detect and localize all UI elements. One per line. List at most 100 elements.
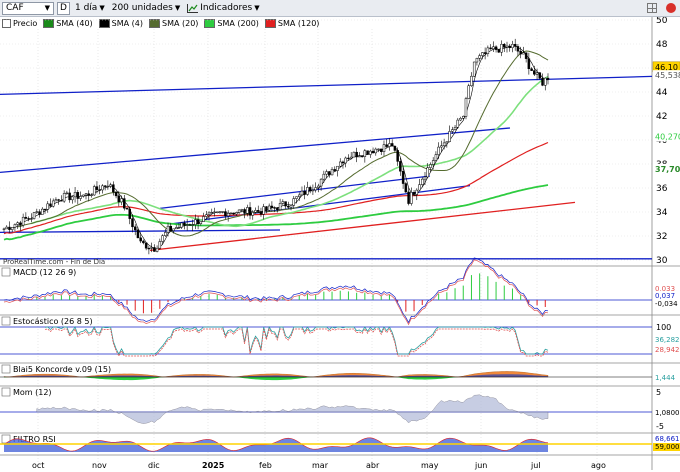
candle-body [30,218,33,220]
candle-body [161,235,164,242]
candle-body [541,78,544,86]
panel-checkbox [1,267,11,277]
candle-body [533,70,536,75]
chevron-down-icon: ▼ [44,4,50,12]
candle-body [202,216,205,222]
candle-body [54,199,58,202]
candle-body [513,44,517,47]
candle-body [292,198,296,206]
candle-body [150,247,153,249]
candle-body [76,192,80,199]
candle-body [79,196,82,199]
candle-body [251,212,255,216]
candle-body [333,169,337,171]
candle-body [475,58,479,63]
candle-body [210,212,214,214]
candle-body [278,203,282,210]
candle-body [363,150,367,157]
candle-body [136,229,140,239]
candle-body [188,224,192,226]
candle-body [404,183,408,193]
candle-body [410,192,413,204]
candle-body [38,211,41,215]
refresh-icon[interactable] [666,3,676,13]
candle-body [393,145,397,151]
candle-body [508,45,511,49]
candle-body [472,61,476,77]
candle-body [459,118,462,121]
candle-body [344,157,347,164]
x-axis-label: 2025 [202,461,225,470]
price-axis-tick: 32 [656,232,667,242]
chevron-down-icon: ▼ [174,4,181,12]
candle-body [503,43,506,48]
candle-body [377,148,380,150]
indicators-button[interactable]: Indicadores ▼ [185,2,261,15]
candle-body [366,150,369,155]
candle-body [169,225,173,231]
momentum-area [36,394,549,424]
candle-body [224,211,227,217]
ticker-selector[interactable]: CAF ▼ [2,1,54,15]
d-button[interactable]: D [57,1,70,15]
candle-body [147,247,151,250]
candle-body [229,212,233,215]
panel-checkbox [1,387,11,397]
candle-body [347,157,350,160]
candle-body [164,232,167,236]
candle-body [213,211,216,213]
candle-body [445,141,449,144]
candle-body [8,226,11,230]
candle-body [49,203,52,207]
indicator-label: 68,661 [655,435,680,443]
candle-body [530,68,533,71]
candle-body [385,144,388,147]
candle-body [437,146,440,155]
candle-body [123,198,126,209]
candle-body [401,170,405,184]
candle-body [421,178,424,185]
panel-title: MACD (12 26 9) [13,268,76,277]
candle-body [131,218,134,228]
x-axis-label: nov [92,461,107,470]
candle-body [289,205,293,208]
price-axis-tick: 48 [656,40,668,50]
candle-body [84,193,88,196]
candle-body [205,214,208,217]
candle-body [256,210,260,212]
candle-body [177,226,181,229]
indicator-label: 0,037 [655,292,675,300]
candle-body [41,208,44,215]
candle-body [144,242,148,249]
units-selector[interactable]: 200 unidades ▼ [110,2,183,15]
candle-body [73,192,77,198]
indicators-label: Indicadores [200,3,253,13]
panel-title: Estocástico (26 8 5) [13,317,93,326]
candle-body [442,142,446,147]
candle-body [57,199,60,201]
candle-body [43,208,47,211]
chevron-down-icon: ▼ [254,4,260,12]
candle-body [371,150,375,154]
x-axis-label: abr [366,461,380,470]
candle-body [246,207,249,214]
candle-body [270,205,274,208]
candle-body [259,211,263,215]
candle-body [235,212,238,215]
candle-body [374,148,378,154]
candle-body [158,241,162,249]
candle-body [117,195,121,203]
price-axis-tick: 30 [656,256,668,266]
candle-body [407,191,410,204]
price-chart[interactable]: 504846444240383634323046,1045,53840,2703… [0,17,680,472]
period-selector[interactable]: 1 día ▼ [73,2,107,15]
candle-body [273,207,276,209]
x-axis-label: ago [591,461,606,470]
toolbar-grid-icon[interactable] [647,3,657,13]
candle-body [338,161,342,167]
candle-body [185,224,189,226]
candle-body [341,161,345,164]
candle-body [139,237,142,242]
candle-body [489,47,492,50]
x-axis-label: may [421,461,439,470]
